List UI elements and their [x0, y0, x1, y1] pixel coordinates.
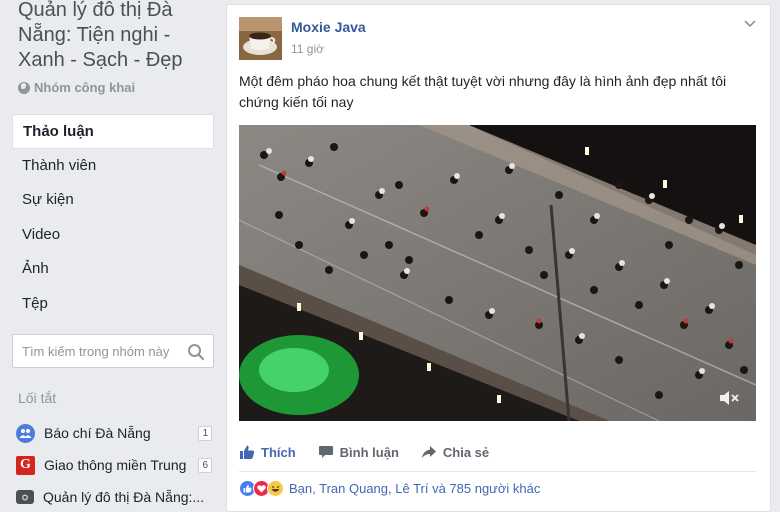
chevron-down-icon[interactable]: [744, 19, 756, 29]
search-icon[interactable]: [187, 343, 205, 361]
shortcut-item[interactable]: Quản lý đô thị Đà Nẵng:...: [16, 481, 212, 512]
comment-button[interactable]: Bình luận: [318, 444, 399, 460]
share-button[interactable]: Chia sẻ: [421, 444, 489, 460]
group-title[interactable]: Quản lý đô thị Đà Nẵng: Tiện nghi - Xanh…: [18, 0, 218, 73]
shortcut-item[interactable]: Báo chí Đà Nẵng 1: [16, 417, 212, 449]
nav-item-files[interactable]: Tệp: [12, 287, 214, 322]
like-label: Thích: [261, 444, 296, 460]
shortcuts-list: Báo chí Đà Nẵng 1 G Giao thông miền Trun…: [16, 417, 212, 512]
reactions-summary: Bạn, Tran Quang, Lê Trí và 785 người khá…: [239, 480, 540, 497]
nav-item-members[interactable]: Thành viên: [12, 149, 214, 184]
post-author[interactable]: Moxie Java: [291, 19, 366, 35]
post-text: Một đêm pháo hoa chung kết thật tuyệt vờ…: [239, 73, 727, 110]
share-label: Chia sẻ: [442, 444, 490, 460]
group-privacy: Nhóm công khai: [18, 80, 135, 95]
nav-item-events[interactable]: Sự kiện: [12, 183, 214, 218]
video-frame: [239, 125, 756, 421]
group-privacy-label: Nhóm công khai: [34, 80, 136, 95]
nav-item-photos[interactable]: Ảnh: [12, 252, 214, 287]
left-sidebar: Quản lý đô thị Đà Nẵng: Tiện nghi - Xanh…: [0, 0, 222, 512]
post-video[interactable]: [239, 125, 756, 421]
notification-badge: 1: [198, 425, 212, 441]
g-logo-icon: G: [16, 455, 35, 475]
haha-reaction-icon: [267, 480, 284, 497]
comment-icon: [318, 446, 333, 458]
post-actions: Thích Bình luận Chia sẻ: [239, 441, 756, 463]
comment-label: Bình luận: [339, 444, 399, 460]
camera-icon: [16, 490, 34, 504]
shortcuts-heading: Lối tắt: [18, 390, 57, 406]
mute-icon[interactable]: [718, 389, 740, 407]
post-card: Moxie Java 11 giờ Một đêm pháo hoa chung…: [226, 4, 771, 512]
avatar[interactable]: [239, 17, 282, 60]
post-timestamp[interactable]: 11 giờ: [291, 42, 324, 56]
group-search: [12, 334, 214, 368]
group-search-input[interactable]: [13, 335, 183, 367]
thumbs-up-icon: [240, 445, 255, 459]
divider: [239, 471, 756, 472]
group-nav: Thảo luận Thành viên Sự kiện Video Ảnh T…: [12, 114, 214, 321]
shortcut-item[interactable]: G Giao thông miền Trung 6: [16, 449, 212, 481]
shortcut-label: Báo chí Đà Nẵng: [44, 425, 151, 441]
like-button[interactable]: Thích: [239, 444, 296, 460]
notification-badge: 6: [198, 457, 212, 473]
globe-icon: [18, 81, 30, 94]
nav-item-videos[interactable]: Video: [12, 218, 214, 253]
reactions-text[interactable]: Bạn, Tran Quang, Lê Trí và 785 người khá…: [289, 481, 540, 496]
group-icon: [16, 423, 35, 443]
shortcut-label: Quản lý đô thị Đà Nẵng:...: [43, 489, 205, 505]
share-arrow-icon: [421, 446, 436, 458]
nav-item-discussion[interactable]: Thảo luận: [12, 114, 214, 149]
shortcut-label: Giao thông miền Trung: [44, 457, 187, 473]
